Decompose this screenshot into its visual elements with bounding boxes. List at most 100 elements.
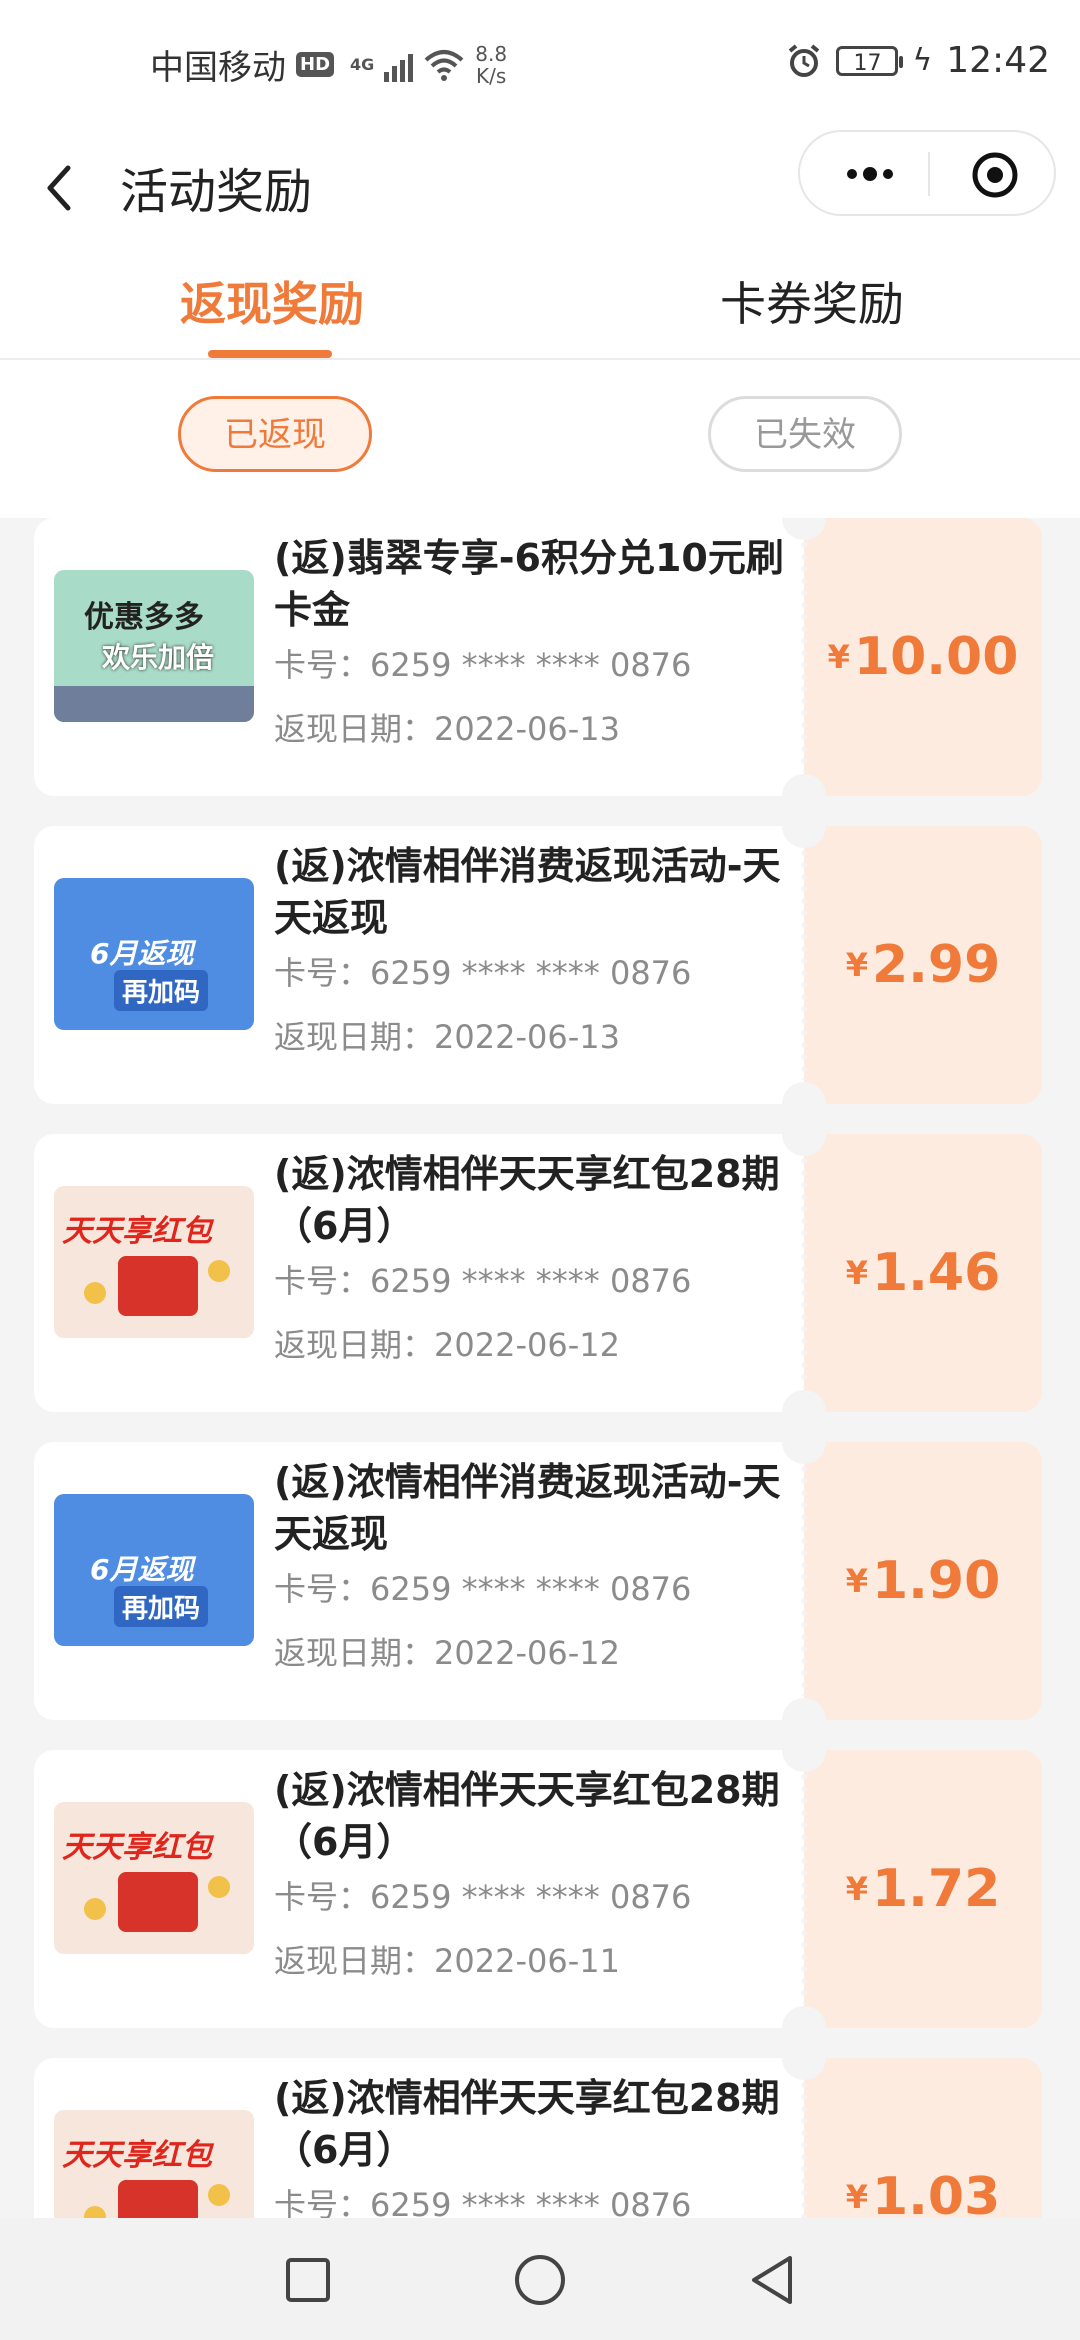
thumb-text: 优惠多多 xyxy=(84,600,204,635)
reward-list: 优惠多多 欢乐加倍 (返)翡翠专享-6积分兑10元刷卡金 卡号：6259 ***… xyxy=(0,518,1080,2218)
reward-title: (返)翡翠专享-6积分兑10元刷卡金 xyxy=(274,536,784,632)
currency-symbol: ¥ xyxy=(845,946,868,984)
currency-symbol: ¥ xyxy=(845,1254,868,1292)
status-bar: 中国移动 HD 4G 8.8 K/s 17 ϟ 12:42 xyxy=(0,0,1080,130)
tab-indicator xyxy=(208,350,332,358)
square-icon[interactable] xyxy=(280,2252,336,2308)
reward-title: (返)浓情相伴消费返现活动-天天返现 xyxy=(274,1460,781,1556)
reward-card[interactable]: 天天享红包 (返)浓情相伴天天享红包28期（6月） 卡号：6259 **** *… xyxy=(34,2058,1042,2218)
promo-thumbnail: 6月返现 再加码 xyxy=(54,878,254,1030)
carrier-name: 中国移动 xyxy=(150,48,286,88)
thumb-text: 再加码 xyxy=(114,1586,209,1627)
alarm-icon xyxy=(789,43,820,77)
coin-icon xyxy=(84,2206,106,2218)
app-header: 活动奖励 xyxy=(0,130,1080,250)
status-filters: 已返现 已失效 xyxy=(0,360,1080,518)
promo-thumbnail: 优惠多多 欢乐加倍 xyxy=(54,570,254,722)
thumb-skyline xyxy=(54,686,254,722)
cashback-date: 返现日期：2022-06-11 xyxy=(274,1942,620,1980)
currency-symbol: ¥ xyxy=(827,638,850,676)
amount-value: 1.46 xyxy=(871,1243,1001,1303)
signal-icon xyxy=(384,48,414,82)
card-number: 卡号：6259 **** **** 0876 xyxy=(274,1262,692,1300)
coin-icon xyxy=(208,1260,230,1282)
card-number: 卡号：6259 **** **** 0876 xyxy=(274,646,692,684)
charging-icon: ϟ xyxy=(912,43,933,78)
promo-thumbnail: 6月返现 再加码 xyxy=(54,1494,254,1646)
promo-thumbnail: 天天享红包 xyxy=(54,1186,254,1338)
status-left: 中国移动 HD 4G 8.8 K/s xyxy=(150,40,507,89)
thumb-text: 天天享红包 xyxy=(62,1830,212,1865)
cashback-date: 返现日期：2022-06-13 xyxy=(274,710,620,748)
page-title: 活动奖励 xyxy=(120,164,313,220)
amount-value: 1.03 xyxy=(871,2167,1001,2218)
cashback-date: 返现日期：2022-06-12 xyxy=(274,1326,620,1364)
currency-symbol: ¥ xyxy=(845,2178,868,2216)
wifi-icon xyxy=(424,49,464,81)
network-speed: 8.8 K/s xyxy=(475,43,507,87)
reward-title: (返)浓情相伴天天享红包28期（6月） xyxy=(274,1768,780,1864)
more-dots-icon[interactable] xyxy=(840,152,900,196)
back-arrow-icon[interactable] xyxy=(40,158,80,218)
currency-symbol: ¥ xyxy=(845,1562,868,1600)
capsule-divider xyxy=(928,152,930,196)
target-close-icon[interactable] xyxy=(970,150,1020,200)
status-right: 17 ϟ 12:42 xyxy=(786,40,1050,81)
reward-card[interactable]: 天天享红包 (返)浓情相伴天天享红包28期（6月） 卡号：6259 **** *… xyxy=(34,1134,1042,1412)
card-number: 卡号：6259 **** **** 0876 xyxy=(274,2186,692,2218)
network-type: 4G xyxy=(350,55,375,74)
red-envelope-icon xyxy=(118,1256,198,1316)
currency-symbol: ¥ xyxy=(845,1870,868,1908)
clock: 12:42 xyxy=(946,40,1050,81)
miniapp-capsule xyxy=(798,130,1056,216)
speed-unit: K/s xyxy=(476,63,507,88)
card-number: 卡号：6259 **** **** 0876 xyxy=(274,1570,692,1608)
tab-cashback[interactable]: 返现奖励 xyxy=(180,268,364,334)
amount-value: 1.72 xyxy=(871,1859,1001,1919)
thumb-text: 6月返现 xyxy=(90,937,194,970)
reward-amount: ¥ 1.72 xyxy=(804,1750,1042,2028)
red-envelope-icon xyxy=(118,1872,198,1932)
cashback-date: 返现日期：2022-06-12 xyxy=(274,1634,620,1672)
reward-title: (返)浓情相伴天天享红包28期（6月） xyxy=(274,2076,780,2172)
battery-icon: 17 xyxy=(836,45,904,76)
card-number: 卡号：6259 **** **** 0876 xyxy=(274,1878,692,1916)
amount-value: 1.90 xyxy=(871,1551,1001,1611)
reward-card[interactable]: 6月返现 再加码 (返)浓情相伴消费返现活动-天天返现 卡号：6259 ****… xyxy=(34,826,1042,1104)
speed-value: 8.8 xyxy=(475,41,508,66)
coin-icon xyxy=(84,1898,106,1920)
amount-value: 10.00 xyxy=(853,627,1019,687)
coin-icon xyxy=(208,1876,230,1898)
reward-card[interactable]: 天天享红包 (返)浓情相伴天天享红包28期（6月） 卡号：6259 **** *… xyxy=(34,1750,1042,2028)
coin-icon xyxy=(208,2184,230,2206)
reward-amount: ¥ 1.46 xyxy=(804,1134,1042,1412)
cashback-date: 返现日期：2022-06-13 xyxy=(274,1018,620,1056)
circle-icon[interactable] xyxy=(512,2252,568,2308)
reward-amount: ¥ 10.00 xyxy=(804,518,1042,796)
promo-thumbnail: 天天享红包 xyxy=(54,2110,254,2218)
reward-amount: ¥ 1.90 xyxy=(804,1442,1042,1720)
filter-expired[interactable]: 已失效 xyxy=(708,396,902,472)
thumb-text: 天天享红包 xyxy=(62,1214,212,1249)
reward-title: (返)浓情相伴消费返现活动-天天返现 xyxy=(274,844,781,940)
reward-card[interactable]: 优惠多多 欢乐加倍 (返)翡翠专享-6积分兑10元刷卡金 卡号：6259 ***… xyxy=(34,518,1042,796)
coin-icon xyxy=(84,1282,106,1304)
triangle-back-icon[interactable] xyxy=(744,2252,800,2308)
tab-coupons[interactable]: 卡券奖励 xyxy=(720,268,904,334)
filter-returned[interactable]: 已返现 xyxy=(178,396,372,472)
thumb-text: 6月返现 xyxy=(90,1553,194,1586)
hd-badge: HD xyxy=(296,52,335,77)
reward-tabs: 返现奖励 卡券奖励 xyxy=(0,250,1080,360)
thumb-text: 欢乐加倍 xyxy=(102,641,215,674)
reward-amount: ¥ 1.03 xyxy=(804,2058,1042,2218)
reward-title: (返)浓情相伴天天享红包28期（6月） xyxy=(274,1152,780,1248)
red-envelope-icon xyxy=(118,2180,198,2218)
card-number: 卡号：6259 **** **** 0876 xyxy=(274,954,692,992)
promo-thumbnail: 天天享红包 xyxy=(54,1802,254,1954)
reward-card[interactable]: 6月返现 再加码 (返)浓情相伴消费返现活动-天天返现 卡号：6259 ****… xyxy=(34,1442,1042,1720)
reward-amount: ¥ 2.99 xyxy=(804,826,1042,1104)
thumb-text: 再加码 xyxy=(114,970,209,1011)
system-nav-bar xyxy=(0,2218,1080,2340)
amount-value: 2.99 xyxy=(871,935,1001,995)
thumb-text: 天天享红包 xyxy=(62,2138,212,2173)
